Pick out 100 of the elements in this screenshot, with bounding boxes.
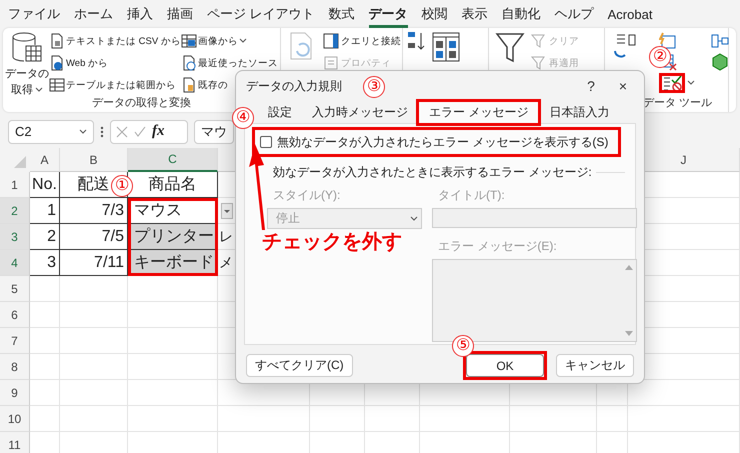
ribbon-button[interactable]: 既存の: [180, 75, 228, 95]
close-icon: [116, 126, 128, 138]
more-icon: [100, 124, 104, 138]
checkbox-label: 無効なデータが入力されたらエラー メッセージを表示する(S): [277, 135, 608, 149]
row-header[interactable]: 6: [0, 302, 30, 328]
ribbon-tab[interactable]: 描画: [167, 0, 193, 28]
dialog-button[interactable]: キャンセル: [556, 354, 634, 377]
ribbon-button[interactable]: データの 取得: [5, 31, 49, 97]
row-header[interactable]: 3: [0, 224, 30, 250]
ribbon-tab[interactable]: Acrobat: [608, 0, 652, 28]
callout-text: チェックを外す: [262, 230, 402, 255]
cell-text: メ: [219, 254, 233, 272]
table-cell: [30, 328, 60, 354]
ribbon-tab[interactable]: 自動化: [502, 0, 541, 28]
ribbon-button[interactable]: クエリと接続: [323, 31, 401, 51]
relationship-icon: [711, 32, 729, 50]
cell-text: 7/3: [102, 202, 124, 220]
group-label: データの取得と変換: [92, 97, 191, 109]
dialog-tab[interactable]: 日本語入力: [539, 101, 620, 123]
row-header[interactable]: 1: [0, 172, 30, 198]
dialog-tab[interactable]: エラー メッセージ: [418, 101, 540, 123]
dialog-button[interactable]: すべてクリア(C): [246, 354, 353, 377]
close-button[interactable]: ×: [612, 78, 634, 94]
table-cell: [30, 276, 60, 302]
document-clock-icon: [180, 55, 197, 71]
document-info-icon: [49, 55, 65, 71]
picture-icon: [180, 33, 197, 49]
cube-icon: [711, 52, 729, 70]
cell-text: 配送: [78, 175, 110, 195]
dialog-button[interactable]: OK: [466, 354, 544, 377]
column-header[interactable]: B: [60, 148, 128, 172]
ribbon-button[interactable]: [407, 31, 425, 50]
column-header[interactable]: C: [128, 148, 218, 172]
cell-text: 2: [47, 228, 56, 246]
ribbon-tab[interactable]: 数式: [328, 0, 355, 28]
ribbon-tab[interactable]: ヘルプ: [554, 0, 594, 28]
cell-text: 7/11: [94, 254, 124, 272]
row-header[interactable]: 9: [0, 380, 30, 406]
ribbon-button[interactable]: テキストまたは CSV から: [49, 31, 181, 51]
sort-icon: [431, 31, 461, 63]
formula-field[interactable]: マウ: [194, 120, 234, 144]
cell-text: レ: [219, 228, 233, 246]
table-icon: [49, 77, 65, 93]
cell-text: 1: [47, 202, 56, 220]
row-header[interactable]: 8: [0, 354, 30, 380]
row-header[interactable]: 7: [0, 328, 30, 354]
caret-icon: [79, 128, 87, 134]
field-label: タイトル(T):: [437, 187, 506, 204]
table-cell: [310, 406, 365, 432]
ribbon-tab[interactable]: 表示: [462, 0, 488, 28]
table-cell: [60, 328, 128, 354]
table-cell: [60, 276, 128, 302]
insert-function-button[interactable]: fx: [152, 123, 164, 140]
cell-text: 3: [47, 254, 56, 272]
table-cell: [60, 354, 128, 380]
cell-text: 商品名: [148, 174, 196, 195]
help-button[interactable]: ?: [580, 78, 602, 94]
document-icon: [180, 77, 197, 93]
ribbon-button[interactable]: [493, 31, 527, 63]
cell-text: マウス: [134, 201, 182, 221]
name-box[interactable]: C2: [8, 120, 94, 144]
document-icon: [49, 33, 65, 49]
ribbon-button[interactable]: [711, 52, 729, 71]
checkbox[interactable]: [260, 136, 272, 148]
list-icon: [323, 55, 339, 71]
check-icon: [134, 126, 146, 138]
cell-text: No.: [32, 176, 57, 194]
ribbon-tab[interactable]: 校閲: [422, 0, 448, 28]
cell-text: 7/5: [102, 228, 124, 246]
ribbon-tab[interactable]: ホーム: [74, 0, 113, 28]
cell-text: プリンター: [134, 226, 214, 247]
table-cell: [60, 302, 128, 328]
row-header[interactable]: 2: [0, 198, 30, 224]
flash-fill-icon: [659, 32, 677, 50]
ribbon-button[interactable]: Web から: [49, 53, 108, 73]
ribbon-button[interactable]: テーブルまたは範囲から: [49, 75, 176, 95]
dialog-title: データの入力規則: [246, 78, 342, 94]
ribbon-button[interactable]: [659, 73, 695, 92]
field-label: エラー メッセージ(E):: [437, 238, 558, 255]
row-header[interactable]: 11: [0, 432, 30, 453]
dropdown-icon: [221, 202, 233, 218]
table-cell: [365, 406, 420, 432]
table-cell: [30, 302, 60, 328]
ribbon-tab[interactable]: ページ レイアウト: [207, 0, 315, 28]
table-cell: [30, 354, 60, 380]
cell-text: キーボード: [134, 253, 214, 273]
dialog-tab[interactable]: 入力時メッセージ: [302, 101, 418, 123]
ribbon-button[interactable]: 画像から: [180, 31, 247, 51]
row-header[interactable]: 10: [0, 406, 30, 432]
table-cell: [60, 380, 128, 406]
dialog-tab[interactable]: 設定: [258, 101, 302, 123]
scroll-down-icon: [625, 331, 633, 337]
ribbon-button[interactable]: 最近使ったソース: [180, 53, 278, 73]
ribbon-tab[interactable]: ファイル: [8, 0, 60, 28]
row-header[interactable]: 4: [0, 250, 30, 276]
table-cell: [30, 406, 60, 432]
ribbon-tab[interactable]: 挿入: [127, 0, 153, 28]
row-header[interactable]: 5: [0, 276, 30, 302]
scroll-up-icon: [625, 264, 633, 270]
column-header[interactable]: A: [30, 148, 60, 172]
